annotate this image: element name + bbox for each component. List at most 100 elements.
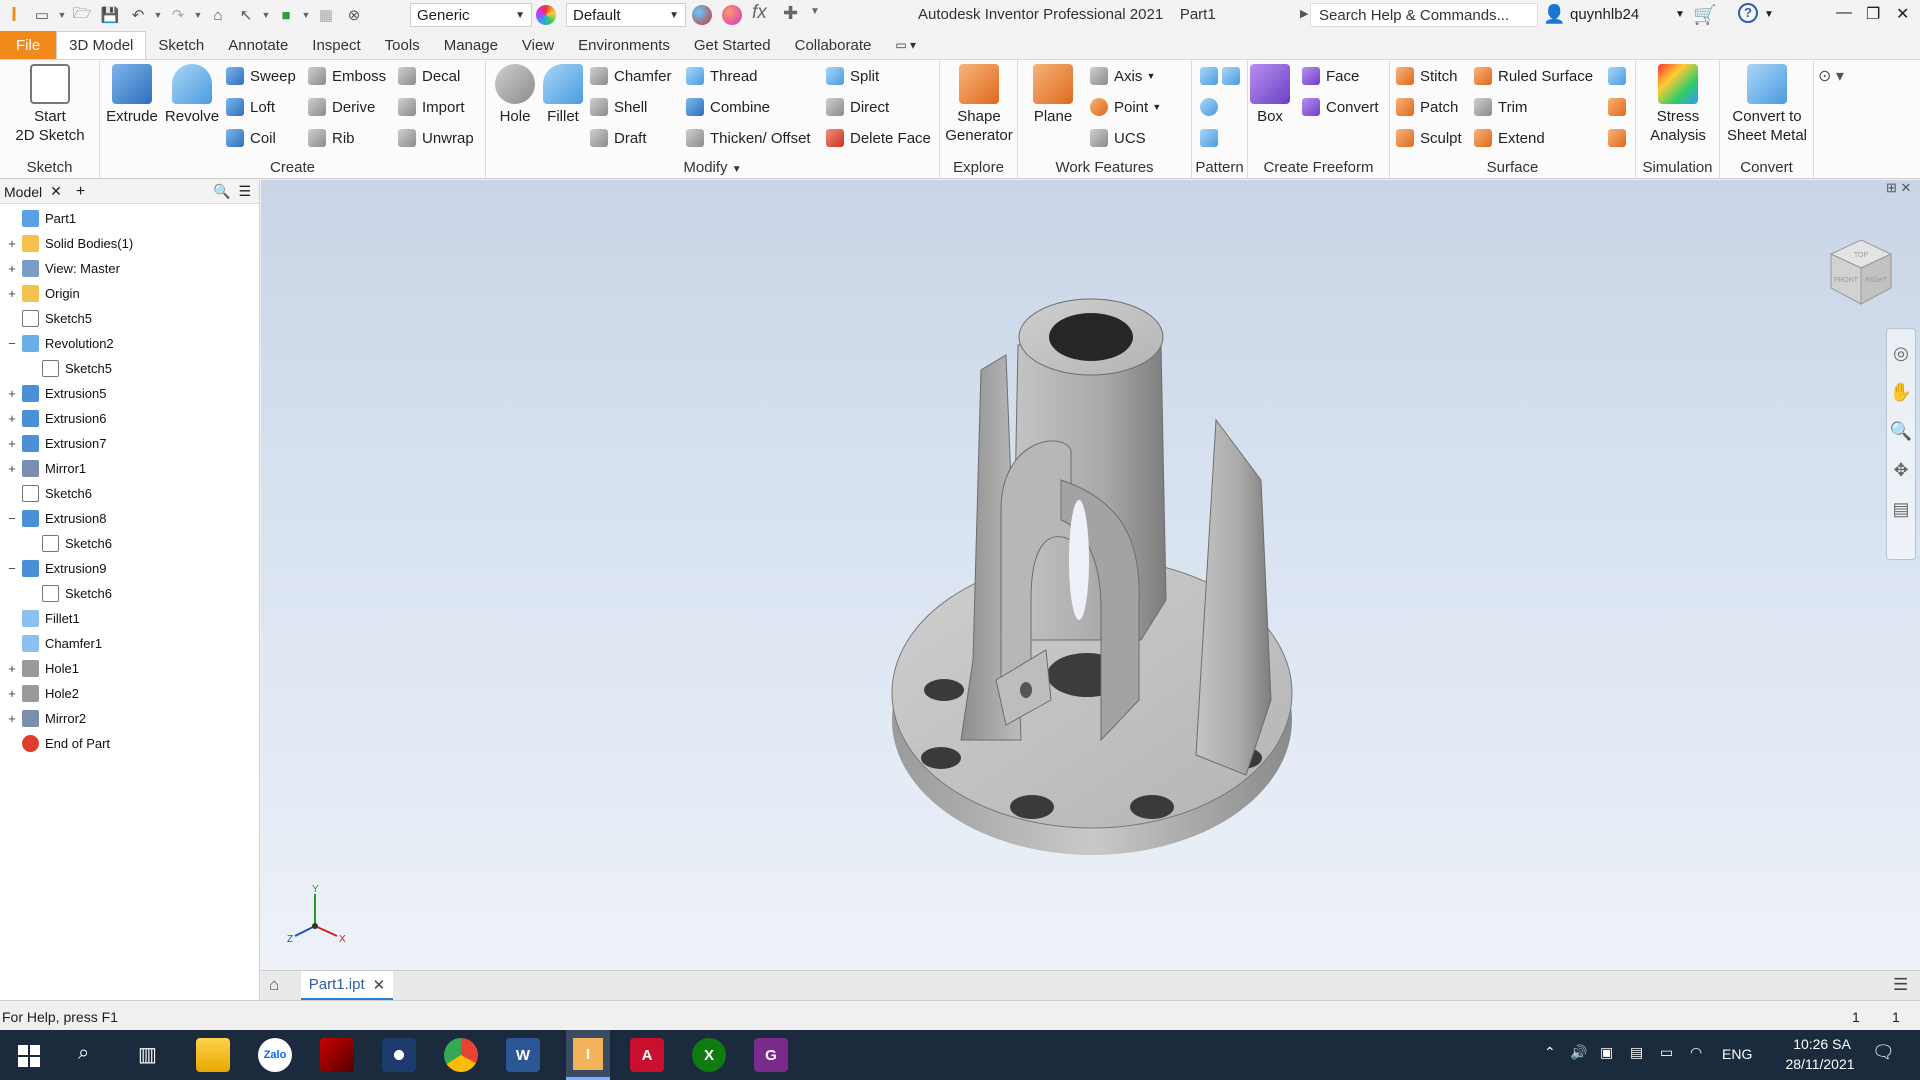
draft-button[interactable]: Draft [590, 126, 647, 150]
home-icon[interactable]: ⌂ [269, 975, 279, 995]
tree-item[interactable]: + Mirror1 [6, 456, 86, 481]
tab-3d-model[interactable]: 3D Model [56, 31, 147, 59]
expand-toggle-icon[interactable]: + [6, 661, 18, 676]
tree-item[interactable]: Sketch6 [26, 531, 112, 556]
ribbon-display-options-icon[interactable]: ▭ ▾ [883, 31, 928, 59]
expand-toggle-icon[interactable]: + [6, 411, 18, 426]
tree-item[interactable]: + Hole2 [6, 681, 79, 706]
expand-toggle-icon[interactable]: + [6, 461, 18, 476]
ucs-button[interactable]: UCS [1090, 126, 1146, 150]
document-tab-part1[interactable]: Part1.ipt ✕ [301, 971, 393, 1001]
expand-toggle-icon[interactable]: + [6, 436, 18, 451]
autocad-icon[interactable]: A [630, 1038, 664, 1072]
thread-button[interactable]: Thread [686, 64, 758, 88]
import-button[interactable]: Import [398, 95, 465, 119]
tree-item[interactable]: Sketch6 [26, 581, 112, 606]
sweep-button[interactable]: Sweep [226, 64, 296, 88]
point-button[interactable]: Point ▼ [1090, 95, 1161, 119]
pan-icon[interactable]: ✋ [1890, 382, 1912, 403]
tree-item[interactable]: − Revolution2 [6, 331, 114, 356]
chevron-down-icon[interactable]: ▼ [300, 10, 312, 20]
loft-button[interactable]: Loft [226, 95, 275, 119]
modify-dropdown[interactable]: Modify ▼ [486, 159, 939, 176]
extend-button[interactable]: Extend [1474, 126, 1545, 150]
tree-item[interactable]: Fillet1 [6, 606, 80, 631]
shell-button[interactable]: Shell [590, 95, 647, 119]
tree-item[interactable]: Part1 [6, 206, 76, 231]
adjust-appearance-icon[interactable] [692, 5, 712, 25]
search-icon[interactable]: 🔍 [213, 183, 230, 200]
zoom-icon[interactable]: 🔍 [1890, 421, 1912, 442]
game-app-icon[interactable] [320, 1038, 354, 1072]
expand-toggle-icon[interactable]: + [6, 236, 18, 251]
chevron-down-icon[interactable]: ▼ [1764, 9, 1774, 20]
add-tab-icon[interactable]: + [76, 183, 85, 201]
menu-icon[interactable]: ☰ [1893, 975, 1908, 995]
tab-environments[interactable]: Environments [566, 31, 682, 59]
viewcube[interactable]: TOP FRONT RIGHT [1821, 232, 1901, 322]
part-model-render[interactable] [261, 180, 1920, 970]
expand-toggle-icon[interactable]: − [6, 511, 18, 526]
graphics-viewport[interactable]: TOP FRONT RIGHT ⊞ ✕ ◎ ✋ 🔍 ✥ ▤ Y X Z [261, 180, 1920, 970]
box-button[interactable]: Box [1248, 64, 1292, 126]
sketch-pattern-button[interactable] [1200, 126, 1224, 150]
tree-item[interactable]: + Hole1 [6, 656, 79, 681]
minimize-icon[interactable]: — [1836, 4, 1852, 22]
menu-icon[interactable]: ☰ [238, 183, 251, 200]
clear-appearance-icon[interactable] [722, 5, 742, 25]
zalo-icon[interactable]: Zalo [258, 1038, 292, 1072]
ruled-surface-button[interactable]: Ruled Surface [1474, 64, 1593, 88]
tree-item[interactable]: + Solid Bodies(1) [6, 231, 133, 256]
fillet-button[interactable]: Fillet [540, 64, 586, 126]
delete-face-button[interactable]: Delete Face [826, 126, 931, 150]
material-combo[interactable]: Generic ▼ [410, 3, 532, 27]
user-name[interactable]: quynhlb24 [1570, 6, 1639, 23]
axis-button[interactable]: Axis ▼ [1090, 64, 1155, 88]
tree-item[interactable]: + Origin [6, 281, 80, 306]
clock-time[interactable]: 10:26 SA [1782, 1036, 1862, 1052]
plus-icon[interactable]: ✚ [783, 3, 798, 24]
expand-toggle-icon[interactable]: + [6, 711, 18, 726]
tab-collaborate[interactable]: Collaborate [783, 31, 884, 59]
save-icon[interactable]: 💾 [99, 4, 121, 26]
coil-button[interactable]: Coil [226, 126, 276, 150]
stress-analysis-button[interactable]: Stress Analysis [1640, 64, 1716, 145]
chrome-icon[interactable] [444, 1038, 478, 1072]
thicken-surface-button[interactable] [1608, 64, 1632, 88]
tree-item[interactable]: + Mirror2 [6, 706, 86, 731]
tab-get-started[interactable]: Get Started [682, 31, 783, 59]
decal-button[interactable]: Decal [398, 64, 460, 88]
appearance-icon[interactable] [536, 5, 556, 25]
appearance-combo[interactable]: Default ▼ [566, 3, 686, 27]
close-icon[interactable]: ✕ [373, 976, 386, 994]
expand-toggle-icon[interactable]: + [6, 386, 18, 401]
xbox-icon[interactable]: X [692, 1038, 726, 1072]
customize-qat-icon[interactable]: ▼ [810, 6, 820, 17]
tree-item[interactable]: + Extrusion6 [6, 406, 106, 431]
help-icon[interactable]: ? [1738, 3, 1758, 23]
start-icon[interactable] [18, 1045, 40, 1067]
steam-icon[interactable] [382, 1038, 416, 1072]
tree-item[interactable]: Sketch6 [6, 481, 92, 506]
expand-toggle-icon[interactable]: − [6, 336, 18, 351]
inventor-taskbar-item[interactable]: I [566, 1030, 610, 1080]
rebuild-icon[interactable]: ▦ [315, 4, 337, 26]
rectangular-pattern-button[interactable] [1200, 64, 1224, 88]
tray-app-icon[interactable]: ▤ [1630, 1044, 1643, 1061]
expand-toggle-icon[interactable]: + [6, 261, 18, 276]
redo-icon[interactable]: ↷ [167, 4, 189, 26]
notifications-icon[interactable]: 🗨 [1872, 1042, 1895, 1063]
inventor-logo-icon[interactable]: I [3, 4, 25, 26]
tab-file[interactable]: File [0, 31, 57, 59]
close-icon[interactable]: ✕ [50, 183, 62, 200]
mirror-button[interactable] [1222, 64, 1246, 88]
clock-date[interactable]: 28/11/2021 [1772, 1056, 1868, 1072]
search-input[interactable]: Search Help & Commands... [1310, 3, 1538, 27]
orbit-icon[interactable]: ✥ [1893, 460, 1908, 481]
new-file-icon[interactable]: ▭ [31, 4, 53, 26]
tree-item[interactable]: + View: Master [6, 256, 120, 281]
tree-item[interactable]: Sketch5 [6, 306, 92, 331]
tab-inspect[interactable]: Inspect [300, 31, 372, 59]
expand-toggle-icon[interactable]: + [6, 286, 18, 301]
open-folder-icon[interactable]: 🗁 [71, 4, 93, 26]
